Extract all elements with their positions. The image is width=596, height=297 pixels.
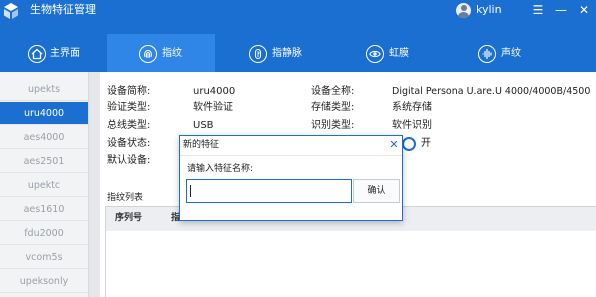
- text-caret: [190, 185, 191, 197]
- new-feature-dialog: 新的特征 ✕ 请输入特征名称: 确认: [179, 135, 403, 221]
- modal-overlay: 新的特征 ✕ 请输入特征名称: 确认: [0, 0, 596, 297]
- dialog-title: 新的特征: [183, 140, 220, 150]
- confirm-button[interactable]: 确认: [353, 179, 400, 203]
- feature-name-prompt: 请输入特征名称:: [187, 164, 254, 174]
- dialog-close-icon[interactable]: ✕: [388, 139, 400, 151]
- dialog-title-bar: 新的特征 ✕: [180, 136, 402, 156]
- app-window: 生物特征管理 kylin ☰ — ✕ 主界面 指纹 指静脉 虹膜 声纹 upek…: [0, 0, 596, 297]
- feature-name-input[interactable]: [186, 179, 352, 203]
